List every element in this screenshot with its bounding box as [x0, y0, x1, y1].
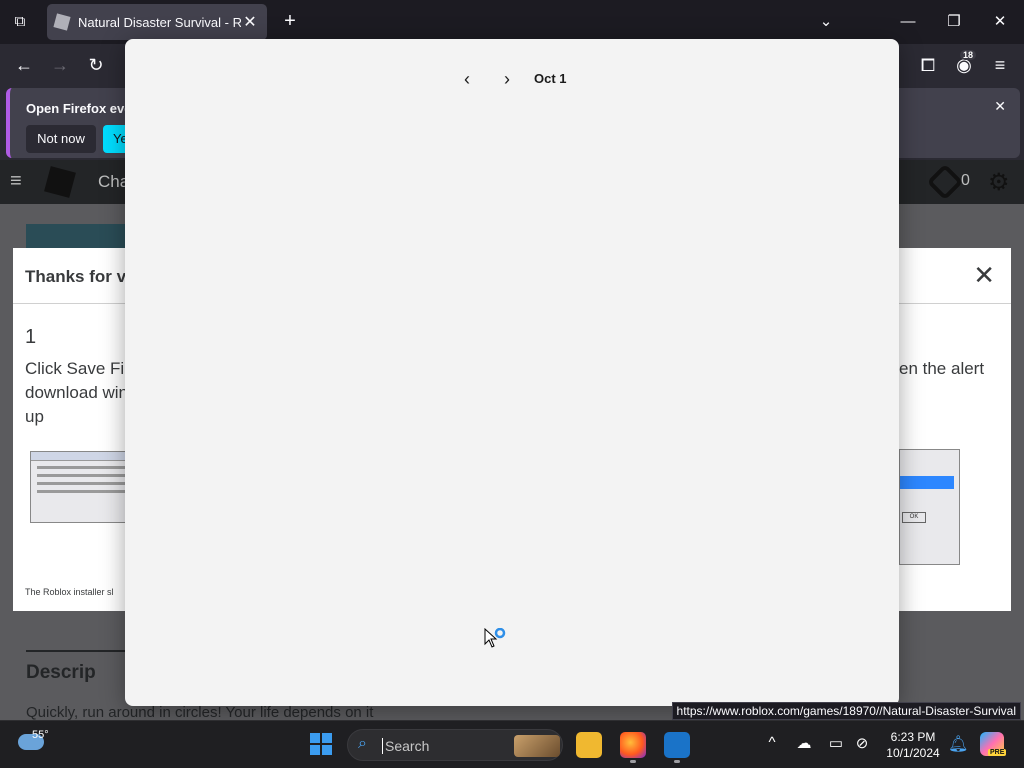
- busy-cursor-icon: [484, 628, 506, 648]
- notification-bell-icon[interactable]: 🔔︎: [948, 734, 968, 754]
- roblox-favicon-icon: [53, 13, 71, 31]
- close-dialog-icon[interactable]: ✕: [973, 260, 995, 291]
- robux-icon[interactable]: [926, 163, 964, 201]
- restore-button[interactable]: ❐: [934, 8, 974, 36]
- installer-caption: The Roblox installer sl: [25, 587, 114, 597]
- link-status-url: https://www.roblox.com/games/18970//Natu…: [671, 702, 1021, 720]
- clock-time: 6:23 PM: [890, 730, 936, 744]
- roblox-logo[interactable]: [44, 166, 76, 198]
- file-explorer-icon[interactable]: [576, 732, 602, 758]
- new-tab-button[interactable]: +: [279, 10, 301, 32]
- start-windows-icon[interactable]: [310, 733, 332, 755]
- alert-screenshot: OK: [899, 449, 960, 565]
- firefox-icon[interactable]: [620, 732, 646, 758]
- reload-button[interactable]: ↻: [82, 52, 110, 78]
- extensions-icon[interactable]: ⧠: [914, 52, 942, 78]
- list-all-tabs-icon[interactable]: ⌄: [806, 8, 846, 36]
- description-heading: Descrip: [26, 662, 96, 683]
- minimize-button[interactable]: —: [888, 8, 928, 36]
- back-button[interactable]: ←: [10, 52, 38, 78]
- search-icon: ⌕: [358, 735, 367, 752]
- search-highlight-image[interactable]: [514, 735, 560, 757]
- weather-temperature: 55°: [32, 729, 49, 741]
- hamburger-icon[interactable]: ≡: [10, 170, 22, 193]
- onedrive-icon[interactable]: ☁: [794, 734, 814, 752]
- banner-strip: [26, 224, 126, 248]
- previous-day-chevron-icon[interactable]: ‹: [455, 67, 479, 91]
- screenshot-ok-label: OK: [902, 512, 926, 523]
- tab-list-icon[interactable]: ⧉: [8, 11, 32, 33]
- forward-button[interactable]: →: [46, 52, 74, 78]
- clock-date: 10/1/2024: [886, 746, 940, 760]
- active-tab[interactable]: Natural Disaster Survival - Roblox ✕: [47, 4, 267, 40]
- firefox-running-indicator: [630, 760, 636, 763]
- close-tab-icon[interactable]: ✕: [241, 12, 259, 32]
- not-now-button[interactable]: Not now: [26, 125, 96, 153]
- copilot-preview-tag: PRE: [988, 749, 1007, 756]
- tab-bar: ⧉ Natural Disaster Survival - Roblox ✕ +…: [0, 0, 1024, 44]
- system-clock[interactable]: 6:23 PM 10/1/2024: [878, 729, 948, 761]
- gear-icon[interactable]: ⚙: [988, 168, 1010, 197]
- store-running-indicator: [674, 760, 680, 763]
- addon-badge: 18: [960, 50, 977, 60]
- show-hidden-icons-chevron-icon[interactable]: ^: [762, 734, 782, 751]
- close-notification-icon[interactable]: ✕: [994, 98, 1006, 115]
- robux-count: 0: [961, 172, 970, 189]
- search-placeholder: Search: [382, 738, 429, 754]
- taskbar-search-box[interactable]: ⌕ Search: [347, 729, 563, 761]
- microsoft-store-icon[interactable]: [664, 732, 690, 758]
- section-divider: [26, 650, 126, 652]
- calendar-date-label: Oct 1: [534, 71, 567, 86]
- dialog-title: Thanks for vis: [25, 267, 141, 286]
- tab-title: Natural Disaster Survival - Roblox: [78, 14, 241, 30]
- display-icon[interactable]: ▭: [826, 734, 846, 752]
- step-instructions-right: en the alert: [899, 359, 985, 378]
- description-text: Quickly, run around in circles! Your lif…: [26, 704, 374, 721]
- calendar-flyout: ‹ › Oct 1: [125, 39, 899, 706]
- windows-taskbar: 55° ⌕ Search ^ ☁ ▭ ⊘ 6:23 PM 10/1/2024 🔔…: [0, 720, 1024, 768]
- installer-screenshot: [30, 451, 140, 523]
- network-icon[interactable]: ⊘: [852, 734, 872, 752]
- close-window-button[interactable]: ✕: [980, 8, 1020, 36]
- menu-icon[interactable]: ≡: [986, 52, 1014, 78]
- next-day-chevron-icon[interactable]: ›: [495, 67, 519, 91]
- step-number: 1: [25, 326, 37, 348]
